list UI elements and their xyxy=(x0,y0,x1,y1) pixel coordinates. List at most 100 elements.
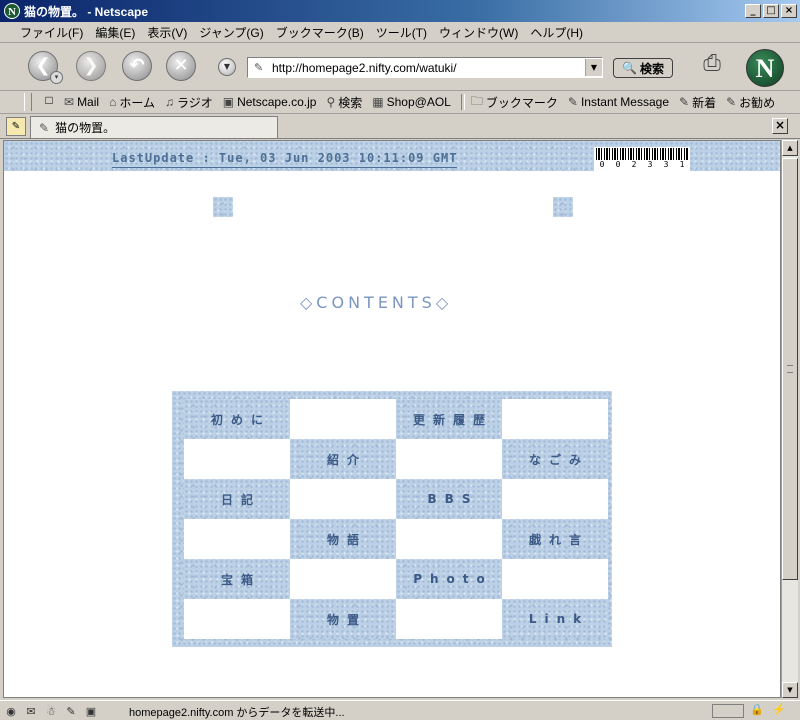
home-icon: ⌂ xyxy=(109,95,117,109)
bookmark-mail[interactable]: ✉ Mail xyxy=(64,95,99,109)
bookmark-recommend[interactable]: ✎ お勧め xyxy=(726,94,775,111)
menu-link-3-3[interactable]: 戯れ言 xyxy=(502,519,608,559)
menu-link-2-2[interactable]: BBS xyxy=(396,479,502,519)
menu-bookmarks[interactable]: ブックマーク(B) xyxy=(270,24,370,41)
search-icon: 🔍 xyxy=(622,61,637,75)
tab-current[interactable]: ✎ 猫の物置。 xyxy=(30,116,278,138)
url-history-dropdown[interactable]: ▼ xyxy=(218,58,236,76)
shop-icon: ▦ xyxy=(372,95,384,109)
menu-link-label: BBS xyxy=(427,492,479,506)
last-update-text: LastUpdate : Tue, 03 Jun 2003 10:11:09 G… xyxy=(112,151,458,165)
netscape-logo[interactable]: N xyxy=(746,49,784,87)
menu-link-5-1[interactable]: 物置 xyxy=(290,599,396,639)
counter-digit: 2 xyxy=(631,160,637,169)
bookmark-mail-label: Mail xyxy=(77,95,100,109)
browser-window: N 猫の物置。 - Netscape _ □ × ファイル(F) 編集(E) 表… xyxy=(0,0,800,720)
address-book-icon[interactable]: ▣ xyxy=(82,705,100,718)
bookmark-icon: ✎ xyxy=(726,95,737,109)
page-proxy-icon[interactable]: ✎ xyxy=(254,61,266,74)
bookmark-im-label: Instant Message xyxy=(580,95,669,109)
menu-window[interactable]: ウィンドウ(W) xyxy=(433,24,524,41)
header-strip: LastUpdate : Tue, 03 Jun 2003 10:11:09 G… xyxy=(4,141,780,171)
menu-go[interactable]: ジャンプ(G) xyxy=(193,24,269,41)
security-icon[interactable]: 🔒 xyxy=(750,703,764,716)
headphones-icon: ♫ xyxy=(164,95,174,109)
scroll-up-button[interactable]: ▲ xyxy=(782,140,798,156)
barcode-bars xyxy=(596,148,688,160)
bookmark-recommend-label: お勧め xyxy=(739,95,776,110)
maximize-button[interactable]: □ xyxy=(763,4,779,18)
new-tab-icon[interactable]: ✎ xyxy=(6,117,26,136)
menu-link-label: 紹介 xyxy=(326,452,367,467)
menu-file[interactable]: ファイル(F) xyxy=(14,24,89,41)
arrow-right-icon: ❯ xyxy=(83,55,99,76)
bookmark-search[interactable]: ⚲ 検索 xyxy=(326,94,362,111)
mail-icon[interactable]: ✉ xyxy=(22,705,40,718)
menu-grid-blank-cell xyxy=(184,439,290,479)
decorative-square-left xyxy=(213,197,233,217)
menu-link-label: なごみ xyxy=(528,452,589,467)
vertical-scrollbar[interactable]: ▲ ▼ xyxy=(781,140,798,698)
menu-link-1-3[interactable]: なごみ xyxy=(502,439,608,479)
menu-grid-blank-cell xyxy=(502,559,608,599)
window-controls: _ □ × xyxy=(745,4,797,18)
menu-link-label: 宝箱 xyxy=(220,572,261,587)
minimize-button[interactable]: _ xyxy=(745,4,761,18)
bookmark-home[interactable]: ⌂ ホーム xyxy=(109,94,155,111)
bookmarks-folder[interactable]: 🗀 ブックマーク xyxy=(471,92,558,113)
bookmark-shop[interactable]: ▦ Shop@AOL xyxy=(372,95,451,109)
composer-icon[interactable]: ✎ xyxy=(62,705,80,718)
scroll-down-button[interactable]: ▼ xyxy=(782,682,798,698)
netscape-status-icon[interactable]: ◉ xyxy=(2,705,20,718)
url-input[interactable]: http://homepage2.nifty.com/watuki/ xyxy=(272,61,457,75)
menu-link-label: Link xyxy=(528,612,590,626)
menu-link-label: Photo xyxy=(413,572,493,586)
counter-digit: 3 xyxy=(647,160,653,169)
menu-link-3-1[interactable]: 物語 xyxy=(290,519,396,559)
bookmark-shop-label: Shop@AOL xyxy=(386,95,451,109)
bookmark-radio[interactable]: ♫ ラジオ xyxy=(165,94,213,111)
reload-button[interactable]: ↶ xyxy=(122,51,152,81)
my-netscape-icon: ▣ xyxy=(222,95,235,109)
menu-grid-blank-cell xyxy=(290,399,396,439)
search-button[interactable]: 🔍 検索 xyxy=(613,58,673,78)
menu-link-0-0[interactable]: 初めに xyxy=(184,399,290,439)
menu-link-2-0[interactable]: 日記 xyxy=(184,479,290,519)
progress-indicator xyxy=(712,704,744,718)
menu-tools[interactable]: ツール(T) xyxy=(370,24,433,41)
print-icon[interactable]: ⎙ xyxy=(697,51,727,79)
bookmark-icon: ✎ xyxy=(567,95,578,109)
back-button[interactable]: ❮ ▾ xyxy=(28,51,63,84)
tab-new-button[interactable]: □ xyxy=(34,93,64,111)
back-history-dropdown[interactable]: ▾ xyxy=(50,71,63,84)
menu-grid-blank-cell xyxy=(502,479,608,519)
counter-digit: 1 xyxy=(679,160,685,169)
bookmark-new[interactable]: ✎ 新着 xyxy=(679,94,716,111)
close-window-button[interactable]: × xyxy=(781,4,797,18)
bookmark-netscape[interactable]: ▣ Netscape.co.jp xyxy=(223,95,317,109)
menu-edit[interactable]: 編集(E) xyxy=(89,24,141,41)
access-counter: 0 0 2 3 3 1 xyxy=(594,147,690,171)
bookmark-instant-message[interactable]: ✎ Instant Message xyxy=(568,95,669,109)
menu-link-1-1[interactable]: 紹介 xyxy=(290,439,396,479)
menu-grid-blank-cell xyxy=(184,519,290,559)
bookmark-radio-label: ラジオ xyxy=(176,95,213,110)
forward-button[interactable]: ❯ xyxy=(76,51,106,81)
menu-link-4-2[interactable]: Photo xyxy=(396,559,502,599)
navigation-toolbar: ❮ ▾ ❯ ↶ ✕ ▼ ✎ http://homepage2.nifty.com… xyxy=(0,43,800,91)
close-tab-button[interactable]: × xyxy=(772,118,788,134)
menu-link-5-3[interactable]: Link xyxy=(502,599,608,639)
aim-icon[interactable]: ☃ xyxy=(42,705,60,718)
online-status-icon[interactable]: ⚡ xyxy=(772,703,786,716)
scroll-thumb[interactable] xyxy=(782,158,798,580)
menu-view[interactable]: 表示(V) xyxy=(141,24,193,41)
menu-link-4-0[interactable]: 宝箱 xyxy=(184,559,290,599)
url-dropdown-arrow[interactable]: ▼ xyxy=(585,59,602,76)
counter-digit: 3 xyxy=(663,160,669,169)
menu-link-0-2[interactable]: 更新履歴 xyxy=(396,399,502,439)
toolbar-grip[interactable] xyxy=(24,93,32,111)
menu-grid-blank-cell xyxy=(290,559,396,599)
stop-button[interactable]: ✕ xyxy=(166,51,196,81)
menu-help[interactable]: ヘルプ(H) xyxy=(524,24,589,41)
url-bar[interactable]: ✎ http://homepage2.nifty.com/watuki/ ▼ xyxy=(247,57,603,78)
